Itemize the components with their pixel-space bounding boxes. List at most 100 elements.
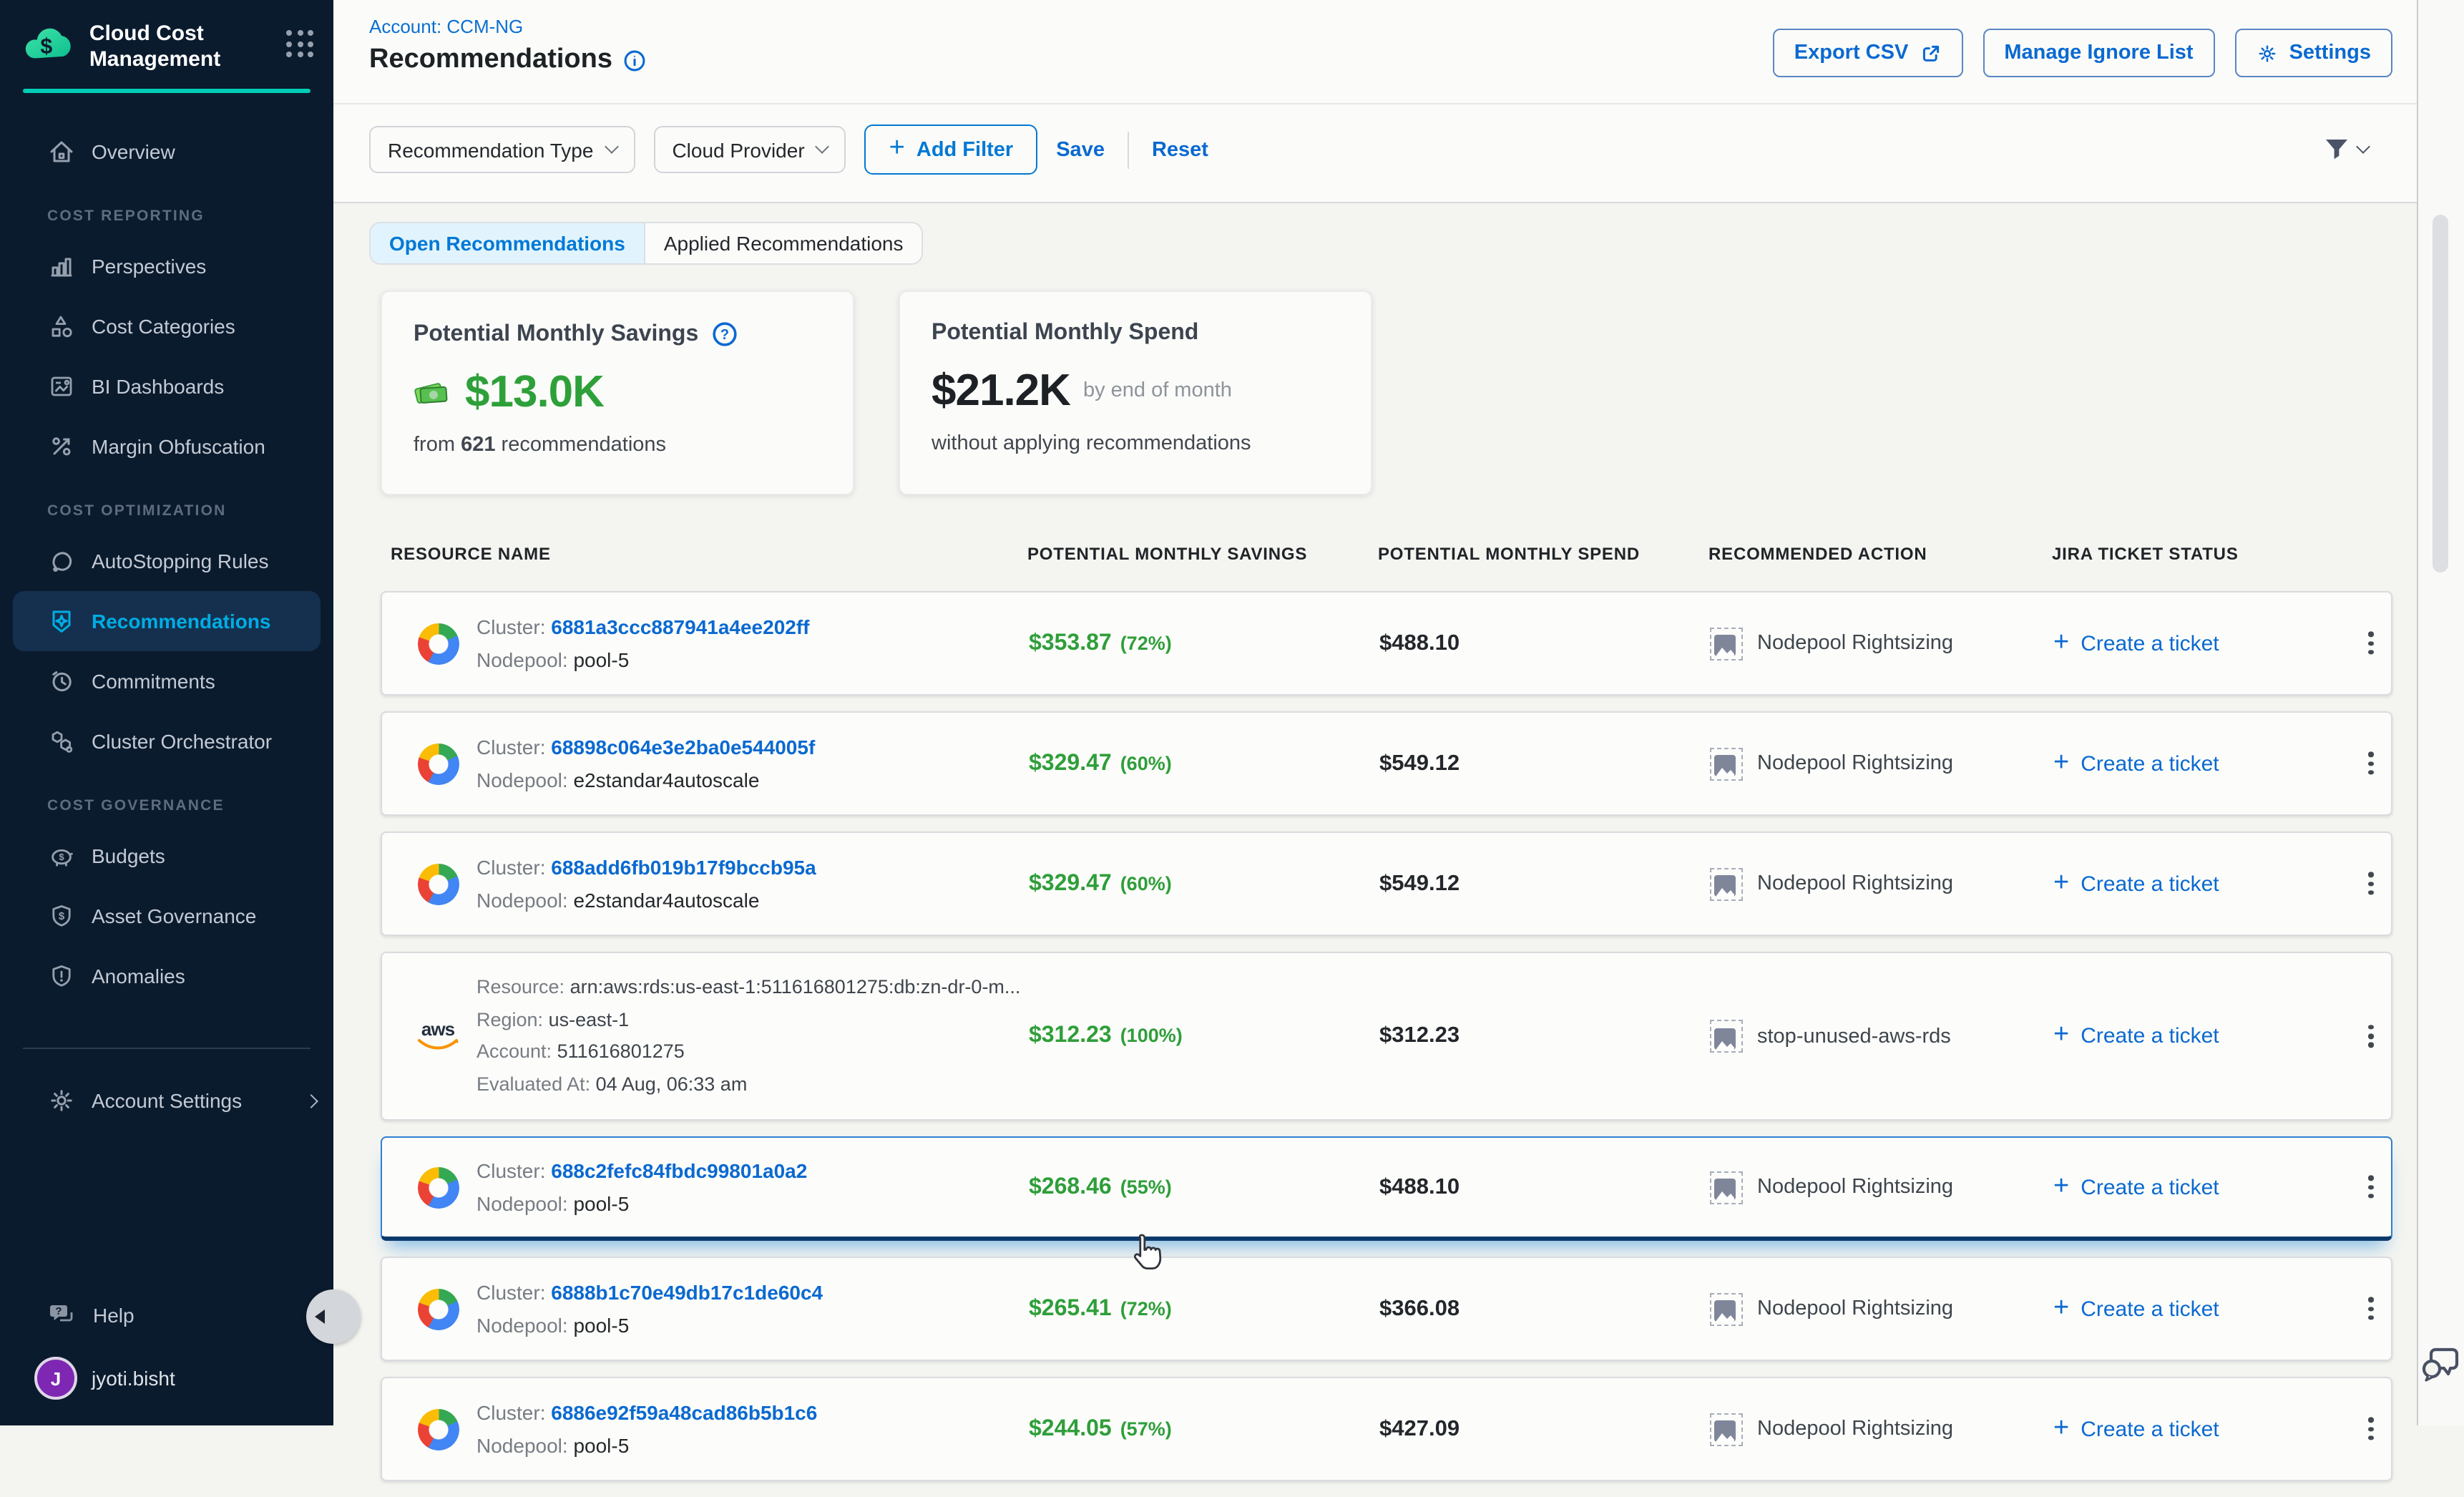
scrollbar-thumb[interactable] — [2433, 215, 2448, 572]
funnel-icon — [2322, 136, 2351, 163]
action-label: Nodepool Rightsizing — [1757, 872, 1953, 895]
sidebar-item-commitments[interactable]: Commitments — [0, 651, 333, 711]
create-ticket-button[interactable]: +Create a ticket — [2053, 1024, 2219, 1048]
action-label: Nodepool Rightsizing — [1757, 752, 1953, 775]
sidebar-item-cluster-orchestrator[interactable]: Cluster Orchestrator — [0, 711, 333, 771]
add-filter-button[interactable]: + Add Filter — [865, 125, 1038, 175]
create-ticket-button[interactable]: +Create a ticket — [2053, 872, 2219, 896]
create-ticket-button[interactable]: +Create a ticket — [2053, 751, 2219, 776]
sidebar-collapse-handle[interactable] — [306, 1289, 361, 1344]
support-chat-icon[interactable] — [2418, 1342, 2463, 1394]
sidebar-item-bi-dashboards[interactable]: BI Dashboards — [0, 356, 333, 416]
sidebar-item-asset-governance[interactable]: $ Asset Governance — [0, 886, 333, 946]
header-divider — [333, 103, 2417, 104]
cluster-id-link[interactable]: 6881a3ccc887941a4ee202ff — [551, 615, 809, 638]
gear-icon — [47, 1086, 76, 1115]
save-filter-button[interactable]: Save — [1056, 138, 1105, 161]
user-menu[interactable]: J jyoti.bisht — [0, 1357, 333, 1400]
sidebar-item-cost-categories[interactable]: Cost Categories — [0, 296, 333, 356]
breadcrumb-account-link[interactable]: Account: CCM-NG — [369, 16, 523, 37]
gcp-icon — [418, 743, 459, 784]
sidebar-item-budgets[interactable]: $ Budgets — [0, 826, 333, 886]
sidebar-item-anomalies[interactable]: Anomalies — [0, 946, 333, 1006]
module-grid-icon[interactable] — [286, 30, 313, 57]
user-name: jyoti.bisht — [92, 1367, 175, 1390]
bar-chart-icon — [47, 252, 76, 281]
create-ticket-button[interactable]: +Create a ticket — [2053, 1297, 2219, 1321]
spend-cell: $488.10 — [1379, 630, 1460, 656]
cluster-label: Cluster: — [476, 1159, 545, 1181]
settings-label: Settings — [2289, 42, 2371, 64]
plus-icon: + — [889, 135, 905, 162]
money-notes-icon — [414, 375, 452, 409]
table-row[interactable]: aws Resource: arn:aws:rds:us-east-1:5116… — [381, 952, 2392, 1121]
cluster-id-link[interactable]: 688add6fb019b17f9bccb95a — [551, 855, 816, 878]
filter-panel-toggle[interactable] — [2322, 136, 2368, 163]
savings-cell: $244.05(57%) — [1029, 1416, 1172, 1442]
action-image-icon — [1710, 1292, 1743, 1325]
summary-cards: Potential Monthly Savings ? $13.0K from … — [381, 291, 1372, 495]
spend-cell: $312.23 — [1379, 1023, 1460, 1049]
spend-cell: $549.12 — [1379, 751, 1460, 776]
cluster-label: Cluster: — [476, 855, 545, 878]
recommendation-badge-icon — [47, 607, 76, 635]
sidebar-item-perspectives[interactable]: Perspectives — [0, 236, 333, 296]
question-circle-icon[interactable]: ? — [711, 321, 738, 348]
table-row[interactable]: Cluster: 68898c064e3e2ba0e544005f Nodepo… — [381, 711, 2392, 816]
row-menu-button[interactable] — [2362, 1287, 2379, 1330]
settings-button[interactable]: Settings — [2235, 29, 2392, 77]
cluster-id-link[interactable]: 6886e92f59a48cad86b5b1c6 — [551, 1400, 817, 1423]
add-filter-label: Add Filter — [916, 138, 1013, 161]
row-menu-button[interactable] — [2362, 862, 2379, 904]
chevron-down-icon — [2356, 140, 2370, 154]
sidebar-item-autostopping-rules[interactable]: AutoStopping Rules — [0, 531, 333, 591]
gcp-icon — [418, 863, 459, 904]
dashboard-image-icon — [47, 372, 76, 401]
account-label: Account: — [476, 1040, 552, 1062]
reset-filter-button[interactable]: Reset — [1152, 138, 1208, 161]
row-menu-button[interactable] — [2362, 1015, 2379, 1057]
cluster-id-link[interactable]: 68898c064e3e2ba0e544005f — [551, 735, 815, 758]
sidebar-item-overview[interactable]: Overview — [0, 122, 333, 182]
hexagons-icon — [47, 727, 76, 756]
table-row-selected[interactable]: Cluster: 688c2fefc84fbdc99801a0a2 Nodepo… — [381, 1136, 2392, 1241]
nodepool-value: e2standar4autoscale — [573, 768, 759, 791]
row-menu-button[interactable] — [2362, 1166, 2379, 1208]
cloud-provider-dropdown[interactable]: Cloud Provider — [653, 126, 846, 173]
savings-cell: $312.23(100%) — [1029, 1023, 1183, 1049]
info-icon[interactable] — [622, 48, 647, 72]
table-row[interactable]: Cluster: 6881a3ccc887941a4ee202ff Nodepo… — [381, 591, 2392, 696]
sidebar-item-account-settings[interactable]: Account Settings — [0, 1071, 333, 1131]
gcp-icon — [418, 1166, 459, 1208]
export-csv-button[interactable]: Export CSV — [1773, 29, 1963, 77]
create-ticket-button[interactable]: +Create a ticket — [2053, 1417, 2219, 1441]
sidebar-item-help[interactable]: ? Help — [0, 1285, 333, 1345]
recommendation-type-dropdown[interactable]: Recommendation Type — [369, 126, 635, 173]
table-row[interactable]: Cluster: 6886e92f59a48cad86b5b1c6 Nodepo… — [381, 1377, 2392, 1481]
action-image-icon — [1710, 1171, 1743, 1204]
row-menu-button[interactable] — [2362, 622, 2379, 664]
action-image-icon — [1710, 1413, 1743, 1445]
sidebar-item-recommendations[interactable]: Recommendations — [13, 591, 321, 651]
create-ticket-button[interactable]: +Create a ticket — [2053, 1175, 2219, 1199]
sidebar-item-label: Perspectives — [92, 255, 206, 278]
nodepool-label: Nodepool: — [476, 1191, 568, 1214]
manage-ignore-list-button[interactable]: Manage Ignore List — [1983, 29, 2214, 77]
table-row[interactable]: Cluster: 6888b1c70e49db17c1de60c4 Nodepo… — [381, 1257, 2392, 1361]
resource-label: Resource: — [476, 976, 564, 998]
row-menu-button[interactable] — [2362, 1408, 2379, 1450]
cluster-id-link[interactable]: 688c2fefc84fbdc99801a0a2 — [551, 1159, 807, 1181]
spend-cell: $549.12 — [1379, 871, 1460, 897]
gcp-icon — [418, 1288, 459, 1330]
table-row[interactable]: Cluster: 688add6fb019b17f9bccb95a Nodepo… — [381, 832, 2392, 936]
row-menu-button[interactable] — [2362, 742, 2379, 784]
sidebar-item-margin-obfuscation[interactable]: Margin Obfuscation — [0, 416, 333, 477]
page-scrollbar[interactable] — [2417, 0, 2464, 1425]
create-ticket-button[interactable]: +Create a ticket — [2053, 631, 2219, 655]
savings-sub-prefix: from — [414, 434, 455, 457]
tab-open-recommendations[interactable]: Open Recommendations — [371, 223, 645, 263]
cluster-id-link[interactable]: 6888b1c70e49db17c1de60c4 — [551, 1280, 823, 1303]
section-cost-governance: COST GOVERNANCE — [47, 797, 333, 817]
sidebar-nav: Overview COST REPORTING Perspectives Cos… — [0, 122, 333, 1006]
tab-applied-recommendations[interactable]: Applied Recommendations — [645, 223, 922, 263]
